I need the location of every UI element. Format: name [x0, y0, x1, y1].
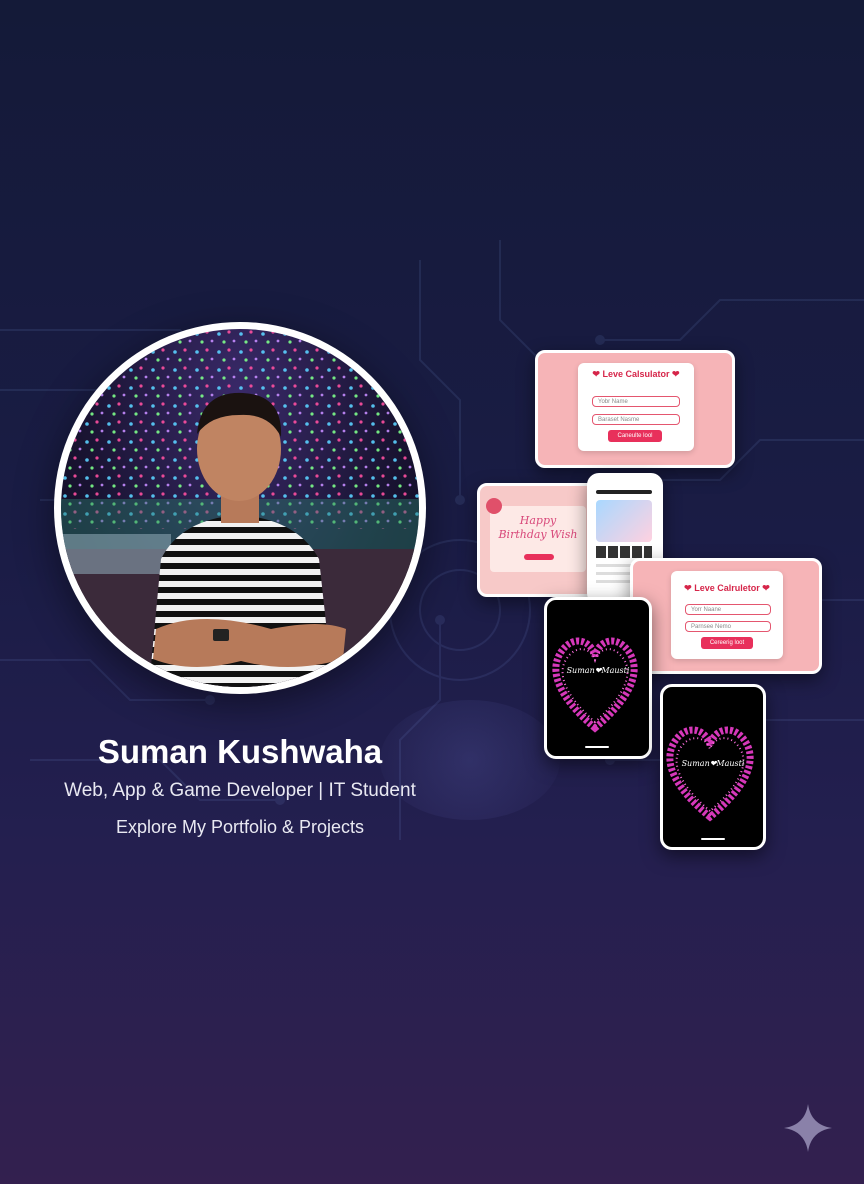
birthday-title-2: Birthday Wish [498, 528, 578, 541]
avatar [54, 322, 426, 694]
project-card-love-calculator-2[interactable]: ❤ Leve Calruletor ❤ Yorr Naane Parnsee N… [630, 558, 822, 674]
home-indicator [585, 746, 609, 748]
balloon-icon [486, 498, 502, 514]
app-thumbnails [596, 546, 652, 558]
heart-label: Suman❤Mausti [681, 759, 745, 768]
partner-name-field[interactable]: Parnsee Nemo [685, 621, 771, 632]
birthday-inner: Happy Birthday Wish [490, 506, 586, 572]
app-header [596, 490, 652, 494]
partner-name-field[interactable]: Baraset Nasme [592, 414, 680, 425]
profile-role: Web, App & Game Developer | IT Student [64, 780, 416, 801]
your-name-field[interactable]: Yorr Naane [685, 604, 771, 615]
project-card-love-calculator-1[interactable]: ❤ Leve Calsulator ❤ Yobr Name Baraset Na… [535, 350, 735, 468]
heart-icon [552, 637, 638, 733]
love-calculator-title: ❤ Leve Calruletor ❤ [684, 583, 770, 593]
love-calculator-form: ❤ Leve Calruletor ❤ Yorr Naane Parnsee N… [671, 571, 783, 659]
portfolio-link[interactable]: Explore My Portfolio & Projects [0, 817, 480, 838]
profile-photo [61, 329, 419, 687]
app-banner [596, 500, 652, 542]
heart-icon: ❤ [672, 369, 680, 379]
heart-icon: ❤ [684, 583, 692, 593]
love-calculator-form: ❤ Leve Calsulator ❤ Yobr Name Baraset Na… [578, 363, 694, 451]
profile-name: Suman Kushwaha [97, 733, 383, 770]
sparkle-icon [784, 1104, 832, 1152]
heart-label: Suman❤Mausti [566, 666, 630, 675]
project-card-birthday-wish[interactable]: Happy Birthday Wish [477, 483, 601, 597]
birthday-button[interactable] [524, 554, 554, 560]
photo-illustration [61, 329, 419, 687]
project-card-heart-animation-1[interactable]: Suman❤Mausti [544, 597, 652, 759]
project-card-heart-animation-2[interactable]: Suman❤Mausti [660, 684, 766, 850]
calculate-button[interactable]: Cereerig loot [701, 637, 753, 649]
heart-icon: ❤ [762, 583, 770, 593]
love-calculator-title: ❤ Leve Calsulator ❤ [592, 369, 680, 379]
birthday-title-1: Happy [519, 514, 557, 527]
calculate-button[interactable]: Caneulte lool [608, 430, 662, 442]
home-indicator [701, 838, 725, 840]
heart-icon: ❤ [592, 369, 600, 379]
your-name-field[interactable]: Yobr Name [592, 396, 680, 407]
